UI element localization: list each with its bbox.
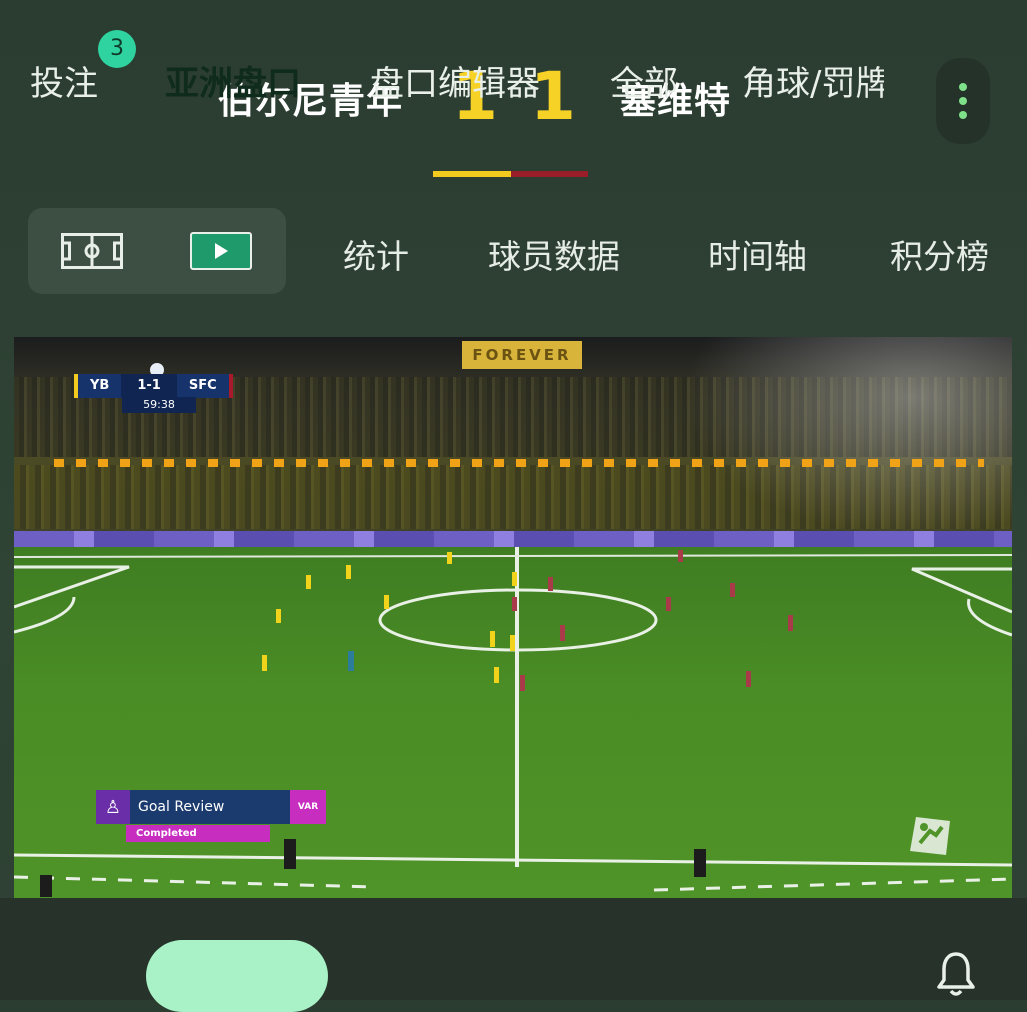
- tab-market-editor[interactable]: 盘口编辑器: [370, 56, 540, 105]
- referee-icon: ♙: [96, 790, 130, 824]
- advertising-board: [14, 531, 1012, 547]
- scorebug-away: SFC: [176, 374, 229, 398]
- review-status: Completed: [126, 825, 270, 842]
- var-screen-icon: VAR: [290, 790, 326, 824]
- active-tab-pill[interactable]: [146, 940, 328, 1012]
- more-vertical-icon: [959, 83, 967, 91]
- tab-stats[interactable]: 统计: [343, 230, 409, 278]
- match-clock: 59:38: [122, 397, 196, 413]
- tab-bets[interactable]: 投注: [30, 56, 98, 105]
- tab-player-data[interactable]: 球员数据: [488, 230, 620, 278]
- bets-count-badge: 3: [98, 30, 136, 68]
- scorebug-home: YB: [78, 374, 122, 398]
- live-video-player[interactable]: FOREVER YB 1-1 SFC 59:38 ♙ Goal Review V…: [14, 337, 1012, 898]
- tab-standings[interactable]: 积分榜: [890, 230, 989, 278]
- goal-review-title: Goal Review: [138, 799, 225, 815]
- stadium-banner: FOREVER: [462, 341, 582, 369]
- tab-asian-handicap[interactable]: 亚洲盘口: [165, 56, 301, 105]
- broadcast-scorebug: YB 1-1 SFC: [74, 374, 233, 398]
- football-pitch: [14, 547, 1012, 898]
- bell-icon[interactable]: [935, 950, 977, 998]
- home-color-bar: [433, 171, 511, 177]
- more-options-button[interactable]: [936, 58, 990, 144]
- tab-all[interactable]: 全部: [610, 56, 678, 105]
- pitch-icon[interactable]: [61, 233, 123, 269]
- goal-review-overlay: ♙ Goal Review VAR: [96, 790, 326, 824]
- stadium-lights: [54, 459, 984, 467]
- league-logo-icon: [910, 817, 950, 855]
- tab-corners-cards[interactable]: 角球/罚牌: [742, 56, 884, 105]
- away-color-bar: [511, 171, 588, 177]
- video-play-icon[interactable]: [190, 232, 252, 270]
- tab-timeline[interactable]: 时间轴: [708, 230, 807, 278]
- scorebug-score: 1-1: [121, 374, 177, 398]
- view-toggle: [28, 208, 286, 294]
